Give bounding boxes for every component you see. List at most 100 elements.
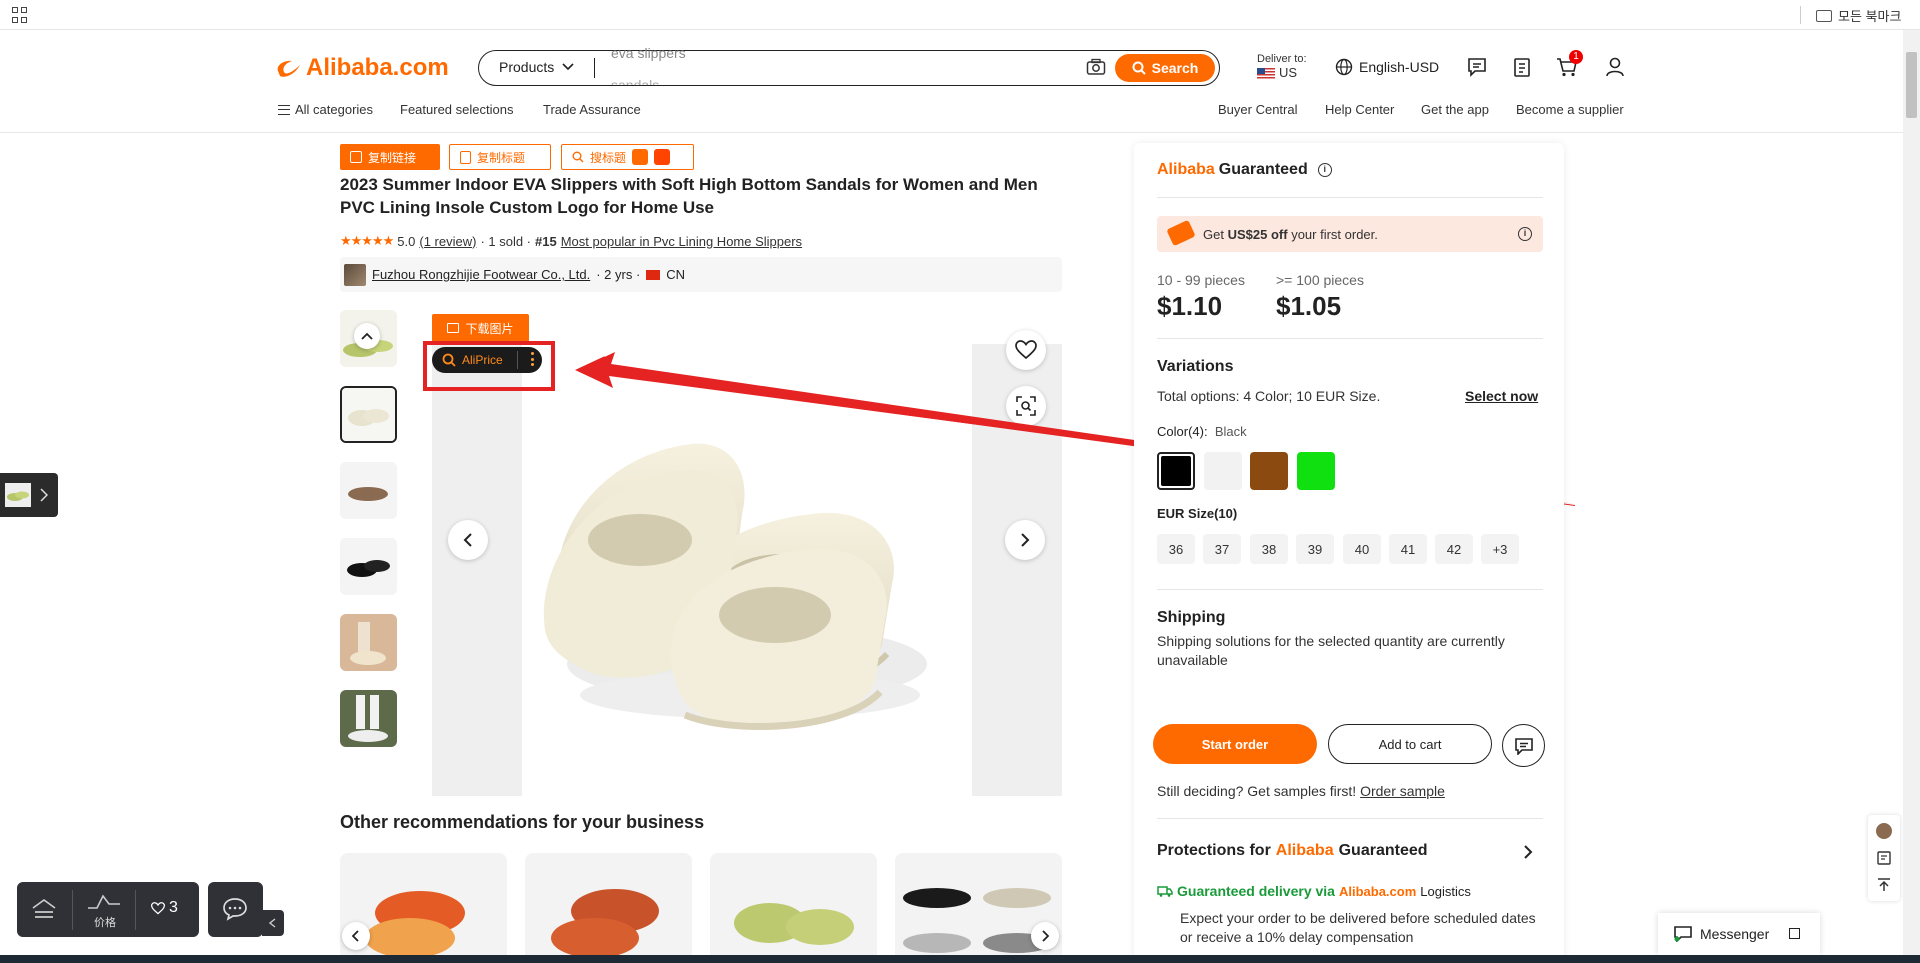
color-swatch-black[interactable] [1157,452,1195,490]
download-images-button[interactable]: 下载图片 [432,314,529,342]
price-tier-range: 10 - 99 pieces [1157,272,1245,288]
camera-icon[interactable] [1086,58,1106,76]
delivery-logistics: Logistics [1420,883,1471,899]
size-option[interactable]: 37 [1203,534,1241,564]
home-icon[interactable] [31,898,57,920]
size-option[interactable]: 39 [1296,534,1334,564]
search-input[interactable]: eva slippers [611,45,686,61]
price-tracker-toolbar: 价格 3 [17,882,199,937]
feedback-icon[interactable] [1876,850,1892,866]
deliver-to[interactable]: Deliver to: US [1257,52,1307,80]
chat-icon [1514,737,1533,755]
search-category-label: Products [499,59,555,75]
floating-chat-button[interactable] [208,882,263,937]
size-more-option[interactable]: +3 [1481,534,1519,564]
alibaba-logo-icon [277,60,300,77]
price-chart-icon[interactable] [87,892,121,910]
account-icon[interactable] [1604,56,1626,78]
globe-icon [1335,58,1353,76]
size-option[interactable]: 36 [1157,534,1195,564]
product-title: 2023 Summer Indoor EVA Slippers with Sof… [340,175,1038,217]
slipper-thumbnail [340,538,397,595]
order-sample-link[interactable]: Order sample [1360,783,1445,799]
messenger-widget[interactable]: Messenger [1658,913,1820,955]
thumbnail-6[interactable] [340,690,397,747]
search-icon [572,151,584,163]
chat-bubble-icon [223,898,247,921]
us-flag-icon [1257,67,1275,79]
size-option[interactable]: 38 [1250,534,1288,564]
search-title-button[interactable]: 搜标题 [561,144,694,170]
alibaba-logo[interactable]: Alibaba.com [274,54,449,82]
protections-header[interactable]: Protections for Alibaba Guaranteed [1157,842,1428,860]
cn-flag-icon [646,269,661,280]
side-product-widget[interactable] [0,473,58,517]
back-to-top-icon[interactable] [1876,877,1892,893]
search-icon [1132,61,1146,75]
recommendations-prev-button[interactable] [342,922,370,950]
protections-prefix: Protections for [1157,842,1271,859]
thumbnail-3[interactable] [340,462,397,519]
reviews-link[interactable]: (1 review) [419,234,476,249]
language-currency-selector[interactable]: English-USD [1335,58,1439,76]
collapse-toolbar-button[interactable] [262,910,284,936]
thumbnails-up-button[interactable] [354,323,380,349]
message-icon[interactable] [1466,56,1488,78]
messenger-icon [1674,926,1692,942]
color-swatch-white[interactable] [1204,452,1242,490]
size-option[interactable]: 42 [1435,534,1473,564]
nav-all-categories[interactable]: All categories [295,102,373,117]
favorites-counter[interactable]: 3 [151,899,178,917]
chat-supplier-button[interactable] [1502,724,1545,767]
nav-help-center[interactable]: Help Center [1325,102,1394,117]
thumbnail-2[interactable] [340,386,397,443]
recommendations-next-button[interactable] [1031,922,1059,950]
delivery-brand: Alibaba.com [1338,883,1417,899]
all-bookmarks-button[interactable]: 모든 북마크 [1816,6,1901,25]
slipper-thumbnail [5,483,31,507]
thumbnail-4[interactable] [340,538,397,595]
recommendation-card[interactable] [710,853,877,963]
thumbnail-5[interactable] [340,614,397,671]
coupon-amount: US$25 off [1227,226,1288,242]
search-button[interactable]: Search [1115,54,1215,82]
start-order-button[interactable]: Start order [1153,724,1317,764]
rating-stars: ★★★★★ [340,233,394,248]
slipper-thumbnail [342,388,395,441]
copy-link-button[interactable]: 复制链接 [340,144,440,170]
nav-get-the-app[interactable]: Get the app [1421,102,1489,117]
image-next-button[interactable] [1005,520,1045,560]
rank-category-link[interactable]: Most popular in Pvc Lining Home Slippers [561,234,802,249]
scrollbar-thumb[interactable] [1906,52,1917,118]
search-category-dropdown[interactable]: Products [499,59,574,75]
recommendation-card[interactable] [525,853,692,963]
nav-become-supplier[interactable]: Become a supplier [1516,102,1624,117]
size-option[interactable]: 41 [1389,534,1427,564]
nav-buyer-central[interactable]: Buyer Central [1218,102,1297,117]
maximize-icon[interactable] [1789,928,1800,939]
coupon-info-icon[interactable]: i [1518,227,1532,241]
orders-icon[interactable] [1511,56,1533,78]
copy-title-button[interactable]: 复制标题 [449,144,551,170]
color-swatch-brown[interactable] [1250,452,1288,490]
alibaba-guaranteed-header: Alibaba Guaranteed i [1157,161,1332,179]
supplier-years: · 2 yrs · [596,267,641,282]
color-swatch-green[interactable] [1297,452,1335,490]
size-option[interactable]: 40 [1343,534,1381,564]
nav-trade-assurance[interactable]: Trade Assurance [543,102,641,117]
chevron-right-icon[interactable] [1523,845,1533,859]
info-icon[interactable]: i [1317,163,1332,177]
search-button-label: Search [1151,60,1199,76]
select-now-link[interactable]: Select now [1465,388,1538,404]
folder-icon [1816,9,1832,22]
supplier-link[interactable]: Fuzhou Rongzhijie Footwear Co., Ltd. [372,267,590,282]
search-bar[interactable]: Products eva slippers sandals Search [478,45,1220,86]
page-scrollbar[interactable] [1903,30,1920,955]
image-prev-button[interactable] [448,520,488,560]
add-to-cart-button[interactable]: Add to cart [1328,724,1492,764]
apps-grid-icon[interactable] [12,7,28,23]
logo-text: Alibaba.com [306,54,449,81]
avatar[interactable] [1876,823,1892,839]
1688-icon [654,149,671,165]
nav-featured-selections[interactable]: Featured selections [400,102,513,117]
